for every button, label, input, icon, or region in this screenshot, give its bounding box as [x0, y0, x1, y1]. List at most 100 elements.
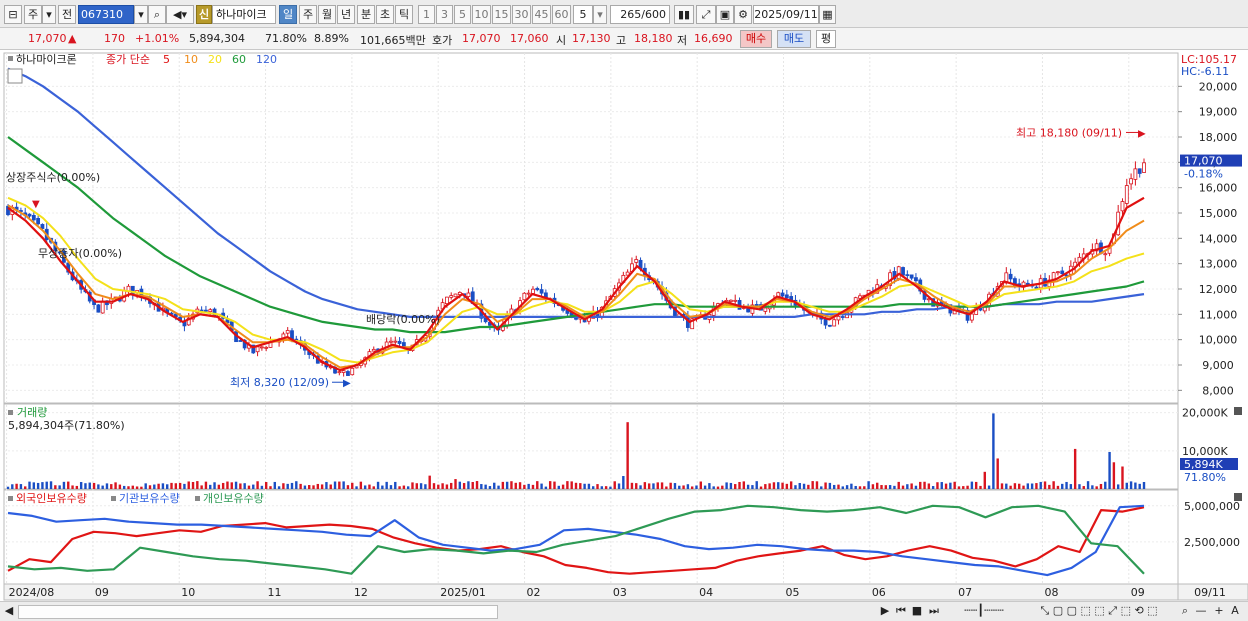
calendar-icon[interactable]: ▦ — [819, 5, 836, 24]
period-main-dropdown-icon[interactable]: ▾ — [42, 5, 56, 24]
zoom-search-icon[interactable]: ⌕ — [1178, 604, 1192, 620]
volume-bar — [1026, 483, 1030, 489]
event-free-issue-annotation: 무상증자(0.00%) — [38, 247, 122, 260]
volume-bar — [919, 481, 922, 489]
zoom-in-icon[interactable]: + — [1212, 604, 1226, 620]
period-tab-1[interactable]: 주 — [299, 5, 317, 24]
chart-tools-icons[interactable]: ⤡ ▢ ▢ ⬚ ⬚ ⤢ ⬚ ⟲ ⬚ — [1024, 604, 1174, 620]
interval-45[interactable]: 45 — [532, 5, 551, 24]
stock-name-field[interactable]: 하나마이크 — [212, 5, 276, 24]
interval-10[interactable]: 10 — [472, 5, 491, 24]
candle-body — [1142, 162, 1146, 173]
candle-body — [371, 348, 376, 352]
candle-body — [36, 217, 41, 225]
period-main-button[interactable]: 주 — [24, 5, 42, 24]
volume-bar — [333, 481, 337, 489]
candle-body — [337, 371, 342, 374]
x-tick-label: 11 — [268, 586, 282, 599]
date-field[interactable]: 2025/09/11 — [753, 5, 819, 24]
volume-bar — [944, 483, 948, 489]
stock-code-dropdown-icon[interactable]: ▾ — [134, 5, 148, 24]
window-menu-icon[interactable]: ⊟ — [4, 5, 22, 24]
period-tab-6[interactable]: 틱 — [395, 5, 413, 24]
interval-custom-field[interactable]: 5 — [573, 5, 593, 24]
period-tab-2[interactable]: 월 — [318, 5, 336, 24]
volume-bar — [475, 481, 479, 489]
candle-body — [466, 292, 471, 297]
candle-body — [780, 292, 785, 297]
volume-bar — [927, 483, 931, 489]
compare-button[interactable]: 전 — [58, 5, 76, 24]
volume-bar — [1043, 481, 1047, 489]
volume-bar — [1104, 481, 1107, 489]
save-icon[interactable]: ▣ — [716, 5, 734, 24]
volume-bar — [11, 484, 14, 489]
volume-bar — [385, 481, 388, 489]
holding-panel-close-icon — [1234, 493, 1242, 501]
volume-bar — [303, 485, 307, 489]
interval-1[interactable]: 1 — [418, 5, 435, 24]
volume-bar — [217, 484, 221, 489]
interval-30[interactable]: 30 — [512, 5, 531, 24]
volume-bar — [639, 485, 642, 489]
volume-bar — [781, 482, 784, 489]
volume-bar — [794, 485, 797, 489]
candle-type-icon[interactable]: ▮▮ — [674, 5, 694, 24]
candle-body — [204, 309, 208, 312]
interval-3[interactable]: 3 — [436, 5, 453, 24]
chart-area[interactable]: 8,000 9,000 10,000 11,000 12,000 13,000 14,000… — [0, 51, 1248, 601]
data-count-max: /600 — [641, 8, 666, 21]
interval-15[interactable]: 15 — [492, 5, 511, 24]
chart-toolbar: ⊟ 주 ▾ 전 067310 ▾ ⌕ ◀▾ 신 하나마이크 일주월년분초틱 1 … — [0, 0, 1248, 28]
scroll-left-icon[interactable]: ◀ — [3, 604, 15, 620]
speaker-icon[interactable]: ◀▾ — [166, 5, 194, 24]
candle-body — [259, 346, 264, 349]
volume-bar — [394, 481, 397, 489]
legend-table-icon — [7, 68, 23, 84]
buy-button[interactable]: 매수 — [740, 30, 772, 48]
volume-bar — [936, 482, 939, 489]
interval-5[interactable]: 5 — [454, 5, 471, 24]
rewind-icon[interactable]: ⏮ — [893, 604, 909, 620]
fast-forward-icon[interactable]: ⏭ — [926, 604, 942, 620]
period-tab-4[interactable]: 분 — [357, 5, 375, 24]
volume-bar — [359, 481, 363, 489]
volume-bar — [802, 483, 806, 489]
scrollbar-thumb[interactable] — [18, 605, 498, 619]
draw-tool-icon[interactable]: ⤢ — [696, 5, 716, 24]
zoom-slider[interactable]: ┄┄┃┄┄┄ — [948, 604, 1020, 620]
volume-bar — [127, 486, 130, 489]
eval-button[interactable]: 평 — [816, 30, 836, 48]
zoom-out-icon[interactable]: — — [1194, 604, 1208, 620]
period-tab-5[interactable]: 초 — [376, 5, 394, 24]
volume-panel-close-icon — [1234, 407, 1242, 415]
max-annotation: 최고 18,180 (09/11) — [1016, 126, 1122, 139]
max-arrow-icon: ▶ — [1138, 128, 1146, 139]
chart-svg[interactable]: 8,000 9,000 10,000 11,000 12,000 13,000 14,000… — [0, 51, 1248, 601]
stock-code-input[interactable]: 067310 — [78, 5, 134, 24]
candle-body — [453, 293, 458, 298]
interval-dropdown-icon[interactable]: ▾ — [593, 5, 607, 24]
scroll-right-icon[interactable]: ▶ — [878, 604, 892, 620]
volume-bar — [785, 483, 789, 489]
settings-gear-icon[interactable]: ⚙ — [734, 5, 752, 24]
stop-icon[interactable]: ■ — [910, 604, 924, 620]
search-icon[interactable]: ⌕ — [148, 5, 166, 24]
holding-tick-label: 2,500,000 — [1184, 536, 1240, 549]
volume-bar — [19, 484, 23, 489]
volume-bar — [759, 486, 763, 489]
volume-bar — [880, 485, 883, 489]
data-count-field[interactable]: 265/600 — [610, 5, 670, 24]
candle-body — [784, 294, 789, 299]
interval-60[interactable]: 60 — [552, 5, 571, 24]
font-size-icon[interactable]: A — [1228, 604, 1242, 620]
volume-bar — [247, 485, 251, 489]
volume-bar — [342, 481, 345, 489]
volume-bar — [329, 484, 332, 489]
volume-bar — [200, 485, 203, 489]
x-tick-label: 12 — [354, 586, 368, 599]
period-tab-0[interactable]: 일 — [279, 5, 297, 24]
period-tab-3[interactable]: 년 — [337, 5, 355, 24]
sell-button[interactable]: 매도 — [777, 30, 811, 48]
candle-body — [1103, 253, 1108, 256]
